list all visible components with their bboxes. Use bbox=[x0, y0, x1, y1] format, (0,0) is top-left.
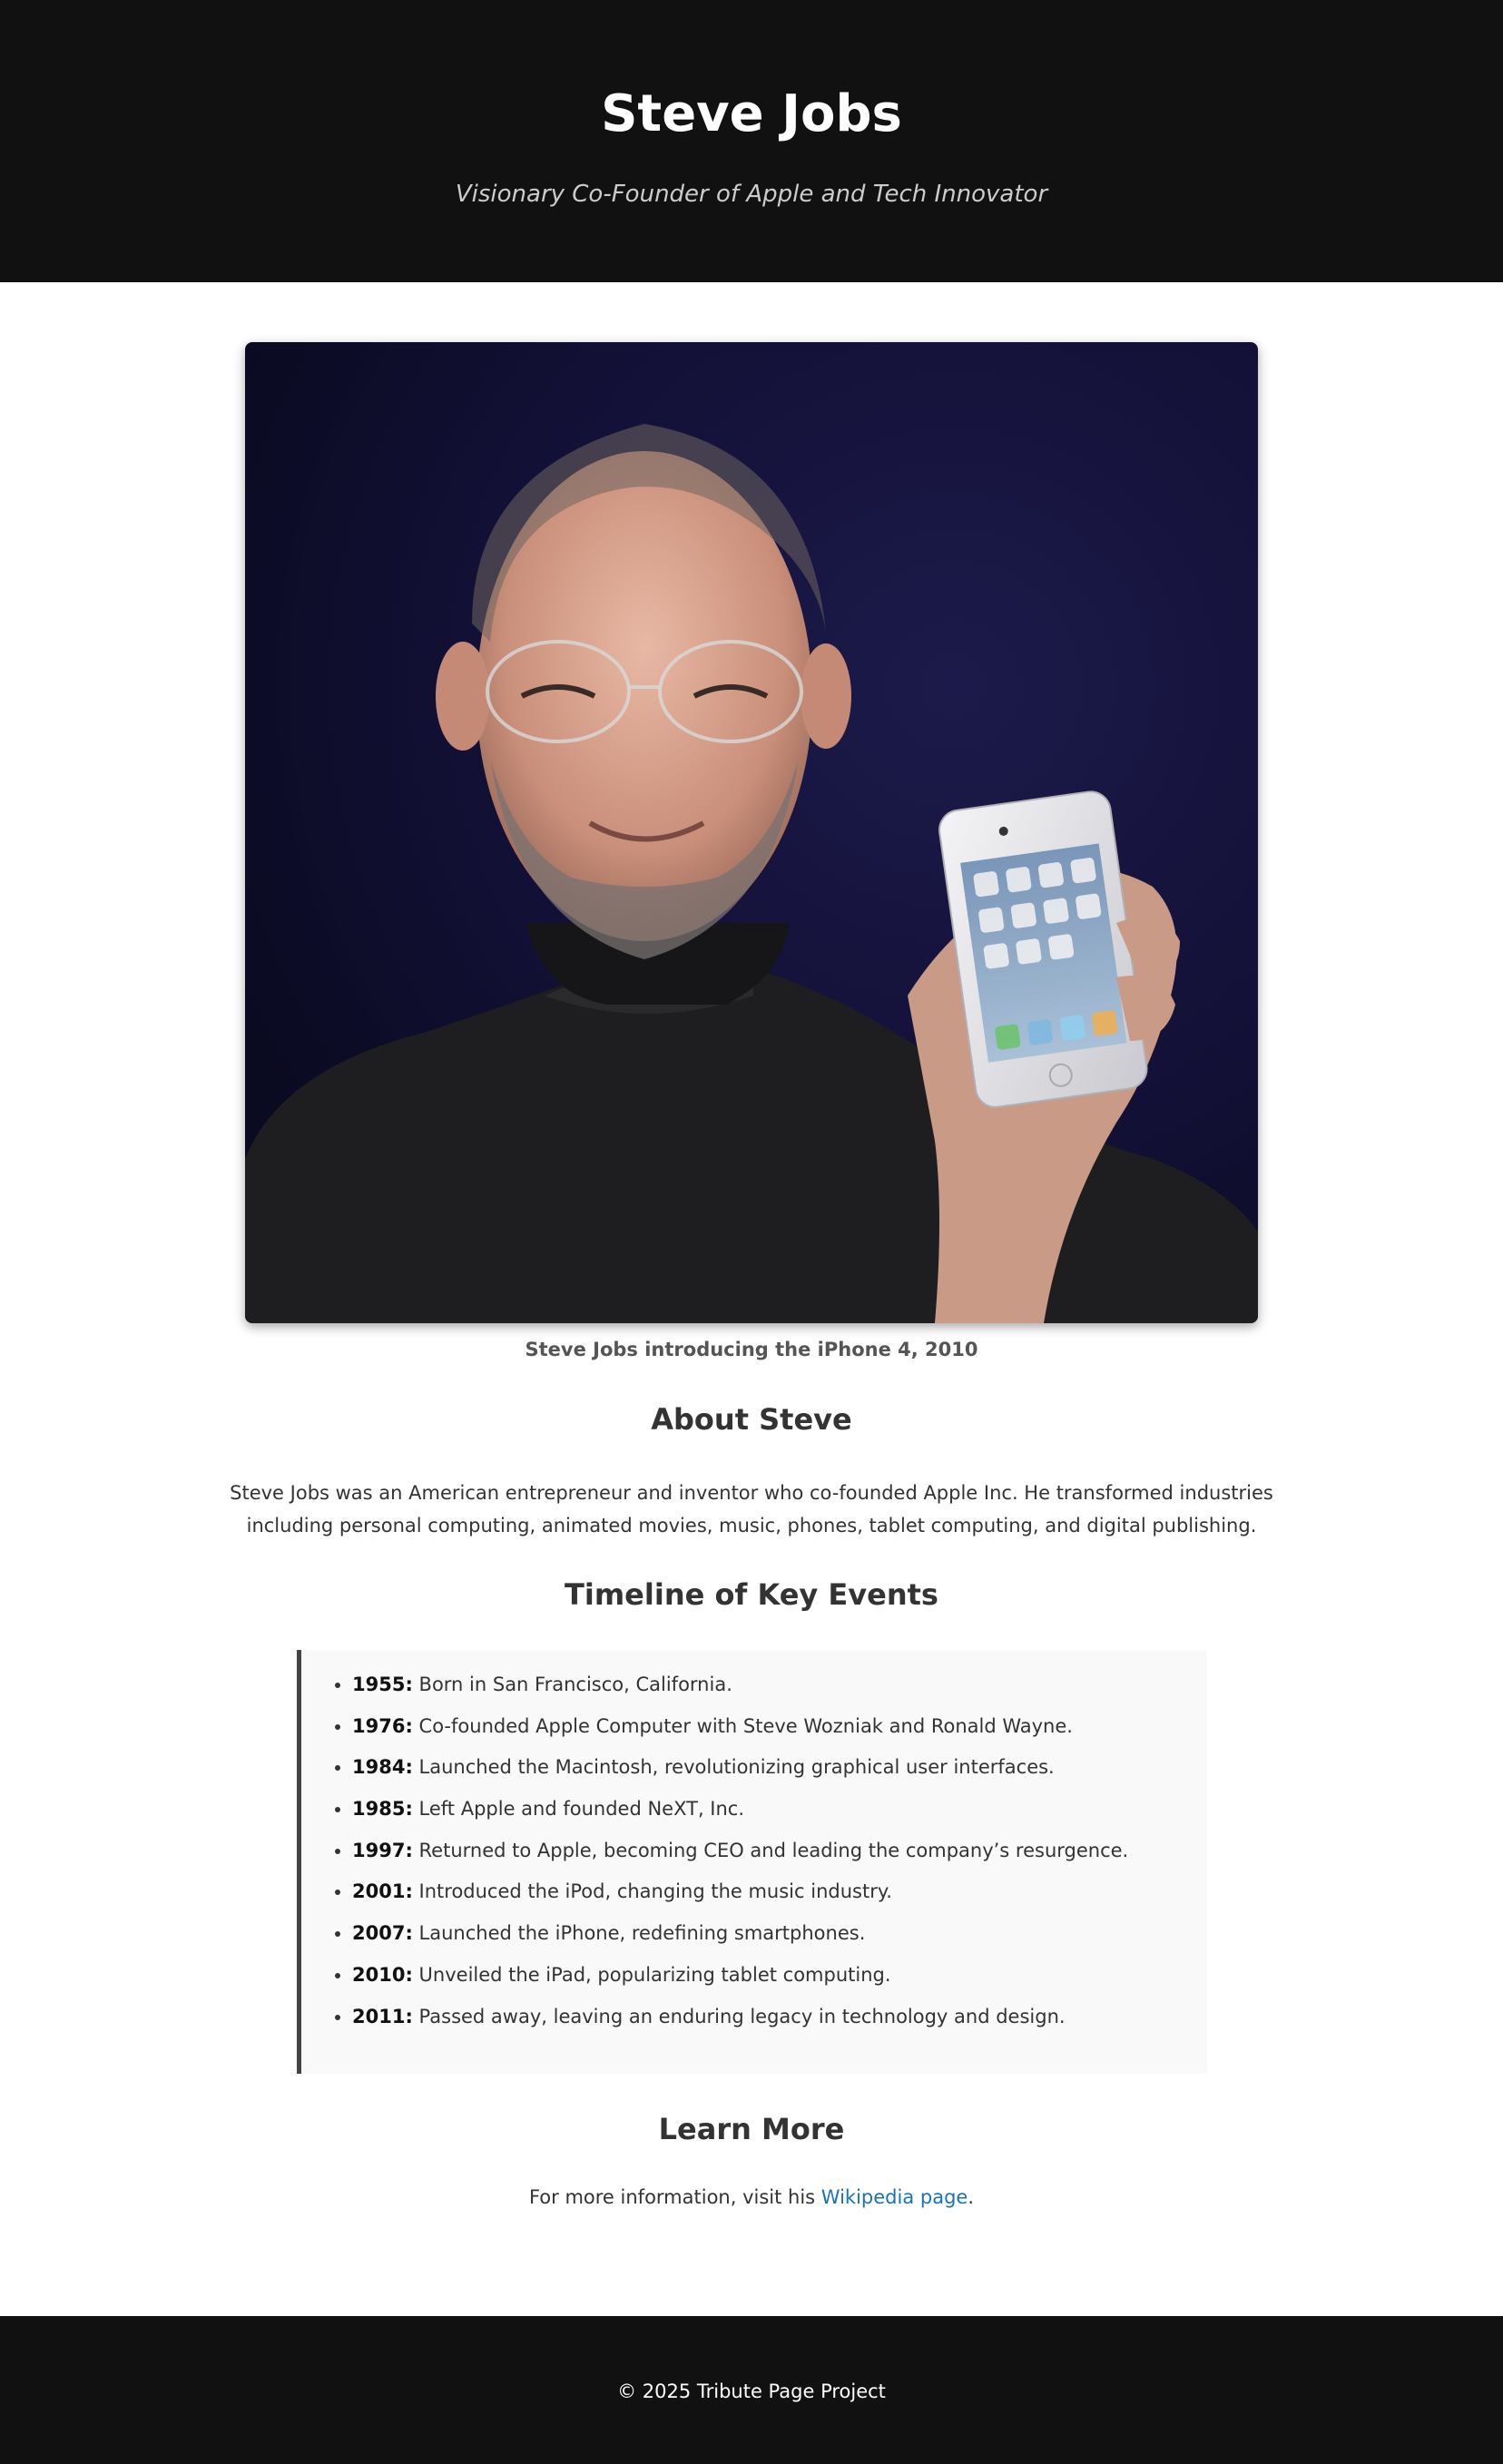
timeline-year: 1997: bbox=[352, 1839, 413, 1861]
about-heading: About Steve bbox=[651, 1402, 852, 1437]
page-subtitle: Visionary Co-Founder of Apple and Tech I… bbox=[455, 181, 1048, 208]
timeline-text: Returned to Apple, becoming CEO and lead… bbox=[412, 1839, 1129, 1861]
timeline-item: 1984: Launched the Macintosh, revolution… bbox=[352, 1754, 1207, 1780]
timeline-year: 2001: bbox=[352, 1880, 413, 1903]
timeline-year: 2011: bbox=[352, 2005, 413, 2027]
timeline-item: 1976: Co-founded Apple Computer with Ste… bbox=[352, 1713, 1207, 1739]
timeline-text: Unveiled the iPad, popularizing tablet c… bbox=[412, 1963, 891, 1986]
timeline-text: Co-founded Apple Computer with Steve Woz… bbox=[412, 1714, 1073, 1737]
timeline-item: 2007: Launched the iPhone, redefining sm… bbox=[352, 1920, 1207, 1946]
timeline-item: 1985: Left Apple and founded NeXT, Inc. bbox=[352, 1796, 1207, 1821]
timeline-text: Introduced the iPod, changing the music … bbox=[412, 1880, 892, 1903]
wikipedia-link[interactable]: Wikipedia page bbox=[821, 2186, 968, 2208]
learn-more-text: For more information, visit his Wikipedi… bbox=[0, 2184, 1503, 2210]
timeline-item: 1997: Returned to Apple, becoming CEO an… bbox=[352, 1838, 1207, 1863]
timeline-text: Launched the iPhone, redefining smartpho… bbox=[412, 1922, 866, 1945]
timeline-year: 1984: bbox=[352, 1756, 413, 1779]
timeline-text: Born in San Francisco, California. bbox=[412, 1674, 732, 1695]
timeline-text: Left Apple and founded NeXT, Inc. bbox=[412, 1798, 745, 1821]
learn-more-prefix: For more information, visit his bbox=[528, 2186, 821, 2208]
timeline-item: 1955: Born in San Francisco, California. bbox=[352, 1672, 1207, 1697]
timeline-year: 1955: bbox=[352, 1674, 413, 1695]
footer-text: © 2025 Tribute Page Project bbox=[617, 2381, 886, 2402]
learn-more-suffix: . bbox=[968, 2186, 975, 2208]
page-title: Steve Jobs bbox=[601, 84, 902, 143]
tribute-image bbox=[245, 342, 1258, 1323]
timeline-box: 1955: Born in San Francisco, California.… bbox=[297, 1650, 1207, 2074]
timeline-year: 2007: bbox=[352, 1922, 413, 1945]
image-caption: Steve Jobs introducing the iPhone 4, 201… bbox=[525, 1339, 978, 1360]
page-header: Steve Jobs Visionary Co-Founder of Apple… bbox=[0, 0, 1503, 282]
timeline-text: Passed away, leaving an enduring legacy … bbox=[412, 2005, 1066, 2027]
timeline-item: 2011: Passed away, leaving an enduring l… bbox=[352, 2004, 1207, 2029]
timeline-text: Launched the Macintosh, revolutionizing … bbox=[412, 1756, 1055, 1779]
timeline-list: 1955: Born in San Francisco, California.… bbox=[301, 1650, 1207, 2029]
timeline-heading: Timeline of Key Events bbox=[565, 1577, 938, 1612]
timeline-item: 2010: Unveiled the iPad, popularizing ta… bbox=[352, 1962, 1207, 1988]
main-content: Steve Jobs introducing the iPhone 4, 201… bbox=[0, 282, 1503, 2316]
timeline-year: 1976: bbox=[352, 1714, 413, 1737]
timeline-item: 2001: Introduced the iPod, changing the … bbox=[352, 1879, 1207, 1904]
learn-more-heading: Learn More bbox=[658, 2112, 845, 2146]
page-footer: © 2025 Tribute Page Project bbox=[0, 2316, 1503, 2464]
timeline-year: 2010: bbox=[352, 1963, 413, 1986]
timeline-year: 1985: bbox=[352, 1798, 413, 1821]
about-text: Steve Jobs was an American entrepreneur … bbox=[230, 1482, 1273, 1536]
